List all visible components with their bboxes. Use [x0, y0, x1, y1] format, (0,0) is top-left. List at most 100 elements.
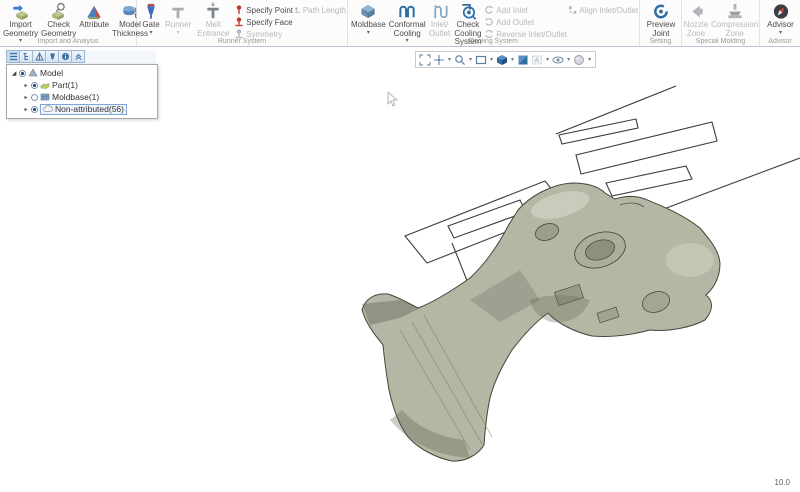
render-mode-icon[interactable]: [573, 54, 585, 66]
runner-small-items-column2: Path Length: [294, 2, 346, 16]
button-label: Nozzle Zone: [684, 21, 708, 38]
chevron-up-icon: [74, 52, 83, 61]
group-label: Setting: [640, 38, 681, 45]
specify-point-button[interactable]: Specify Point: [234, 4, 293, 16]
gate-button[interactable]: Gate ▾: [139, 2, 163, 36]
compression-zone-icon: [724, 2, 746, 21]
tree-item-model[interactable]: ◢ Model: [7, 67, 157, 79]
caret-down-icon[interactable]: ▾: [177, 31, 180, 36]
annotation-icon[interactable]: A: [531, 54, 543, 66]
non-attributed-icon: [43, 104, 53, 114]
shaded-view-icon[interactable]: [517, 54, 529, 66]
visibility-icon[interactable]: [552, 54, 564, 66]
caret-down-icon[interactable]: ▾: [367, 31, 370, 36]
list-icon: [9, 52, 18, 61]
tree-item-label: Moldbase(1): [52, 92, 99, 102]
advisor-button[interactable]: Advisor ▾: [766, 2, 795, 36]
tab-model-tree[interactable]: [6, 50, 20, 63]
melt-entrance-button[interactable]: Melt Entrance: [193, 2, 233, 38]
button-label: Moldbase: [351, 21, 386, 30]
melt-entrance-icon: [202, 2, 224, 21]
attribute-button[interactable]: Attribute: [78, 2, 110, 30]
add-inlet-button[interactable]: Add Inlet: [484, 4, 567, 16]
button-label: Conformal Cooling: [389, 21, 426, 38]
scale-readout: 10.0: [774, 478, 790, 487]
caret-down-icon[interactable]: ▾: [149, 31, 152, 36]
moldbase-icon: [40, 92, 50, 102]
check-cooling-system-icon: [457, 2, 479, 21]
mouse-cursor: [388, 92, 397, 106]
tab-gate[interactable]: [45, 50, 59, 63]
caret-down-icon[interactable]: ▾: [546, 56, 549, 63]
caret-down-icon[interactable]: ▾: [779, 31, 782, 36]
ribbon-group-import-analysis: Import Geometry ▾ Check Geometry: [0, 0, 137, 46]
tab-collapse[interactable]: [71, 50, 85, 63]
tree-item-moldbase[interactable]: ▸ Moldbase(1): [7, 91, 157, 103]
application-window: Import Geometry ▾ Check Geometry: [0, 0, 800, 492]
inlet-outlet-button[interactable]: Inlet/ Outlet: [428, 2, 452, 38]
expander-closed-icon[interactable]: ▸: [23, 106, 29, 113]
visibility-radio[interactable]: [31, 82, 38, 89]
runner-icon: [167, 2, 189, 21]
check-geometry-button[interactable]: Check Geometry: [40, 2, 77, 38]
expander-open-icon[interactable]: ◢: [11, 70, 17, 77]
ribbon-group-runner-system: Gate ▾ Runner ▾ Melt Entrance: [137, 0, 348, 46]
caret-down-icon[interactable]: ▾: [469, 56, 472, 63]
ribbon-group-setting: Preview Joint Setting: [640, 0, 682, 46]
button-label: Add Outlet: [496, 18, 534, 27]
visibility-radio[interactable]: [19, 70, 26, 77]
tree-item-non-attributed[interactable]: ▸ Non-attributed(56): [7, 103, 157, 115]
add-outlet-button[interactable]: Add Outlet: [484, 16, 567, 28]
visibility-radio[interactable]: [31, 106, 38, 113]
model-icon: [28, 68, 38, 78]
expander-closed-icon[interactable]: ▸: [23, 82, 29, 89]
caret-down-icon[interactable]: ▾: [448, 56, 451, 63]
specify-face-button[interactable]: Specify Face: [234, 16, 293, 28]
preview-joint-icon: [650, 2, 672, 21]
add-outlet-icon: [484, 17, 494, 27]
runner-button[interactable]: Runner ▾: [164, 2, 192, 36]
caret-down-icon[interactable]: ▾: [490, 56, 493, 63]
group-label: Cooling System: [348, 38, 639, 45]
preview-joint-button[interactable]: Preview Joint: [642, 2, 680, 38]
nozzle-zone-icon: [685, 2, 707, 21]
tab-display-tree[interactable]: [19, 50, 33, 63]
specify-face-icon: [234, 17, 244, 27]
tab-mesh[interactable]: [32, 50, 46, 63]
tree-item-part[interactable]: ▸ Part(1): [7, 79, 157, 91]
path-length-button[interactable]: Path Length: [294, 4, 346, 16]
ribbon-toolbar: Import Geometry ▾ Check Geometry: [0, 0, 800, 47]
window-select-icon[interactable]: [475, 54, 487, 66]
gate-icon: [140, 2, 162, 21]
button-label: Attribute: [79, 21, 109, 30]
cooling-small-items-column2: Align Inlet/Outlet: [568, 2, 638, 16]
tree-item-label: Model: [40, 68, 63, 78]
conformal-cooling-icon: [396, 2, 418, 21]
button-label: Runner: [165, 21, 191, 30]
caret-down-icon[interactable]: ▾: [588, 56, 591, 63]
compression-zone-button[interactable]: Compression Zone: [710, 2, 759, 38]
caret-down-icon[interactable]: ▾: [511, 56, 514, 63]
import-geometry-icon: [10, 2, 32, 21]
visibility-radio[interactable]: [31, 94, 38, 101]
fit-view-icon[interactable]: [419, 54, 431, 66]
tab-info[interactable]: [58, 50, 72, 63]
button-label: Inlet/ Outlet: [429, 21, 451, 38]
moldbase-button[interactable]: Moldbase ▾: [350, 2, 387, 36]
button-label: Path Length: [303, 6, 346, 15]
meshed-part[interactable]: [362, 183, 720, 461]
button-label: Melt Entrance: [194, 21, 232, 38]
expander-closed-icon[interactable]: ▸: [23, 94, 29, 101]
align-inlet-outlet-button[interactable]: Align Inlet/Outlet: [568, 4, 638, 16]
caret-down-icon[interactable]: ▾: [567, 56, 570, 63]
path-length-icon: [294, 5, 301, 15]
iso-view-icon[interactable]: [496, 54, 508, 66]
zoom-tool-icon[interactable]: [454, 54, 466, 66]
nozzle-zone-button[interactable]: Nozzle Zone: [683, 2, 709, 38]
button-label: Gate: [142, 21, 159, 30]
button-label: Add Inlet: [496, 6, 528, 15]
svg-text:A: A: [535, 57, 540, 64]
pan-icon[interactable]: [433, 54, 445, 66]
button-label: Specify Point: [246, 6, 293, 15]
viewport-toolbar: ▾ ▾ ▾ ▾ A ▾ ▾ ▾: [415, 51, 596, 68]
